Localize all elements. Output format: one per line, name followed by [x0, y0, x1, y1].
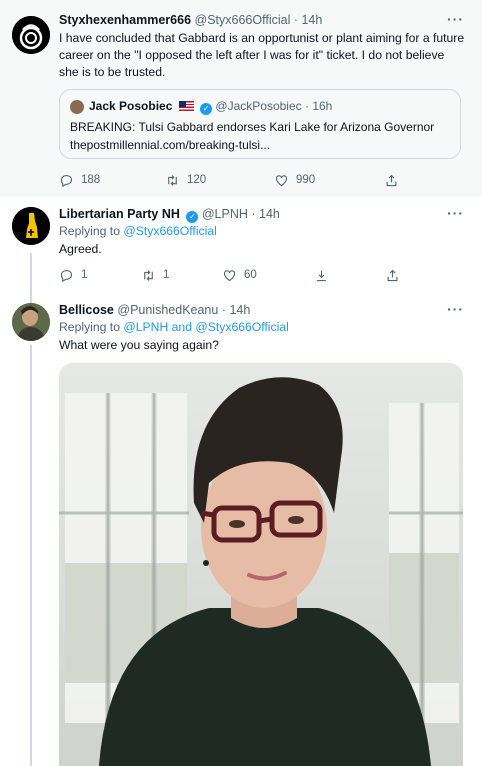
reply-button[interactable]: 188 — [59, 171, 100, 189]
quoted-tweet[interactable]: Jack Posobiec ✓ @JackPosobiec · 16h BREA… — [59, 89, 461, 159]
us-flag-icon — [178, 101, 194, 111]
logo-icon — [12, 16, 50, 54]
tweet-text: What were you saying again? — [59, 338, 219, 352]
avatar[interactable] — [12, 303, 50, 341]
retweet-button[interactable]: 120 — [165, 171, 206, 189]
timestamp[interactable]: · 14h — [294, 13, 323, 27]
retweet-icon — [168, 174, 177, 186]
retweet-count: 120 — [187, 174, 207, 186]
thread-line — [30, 288, 32, 303]
logo-icon — [12, 207, 50, 245]
like-icon — [223, 269, 236, 281]
more-icon[interactable]: ··· — [447, 301, 464, 317]
retweet-button[interactable]: 1 — [141, 266, 169, 284]
tweet-lpnh[interactable]: Libertarian Party NH ✓ @LPNH · 14h Reply… — [0, 197, 482, 293]
download-icon — [317, 270, 326, 281]
reply-count: 1 — [81, 269, 88, 281]
quoted-link[interactable]: thepostmillennial.com/breaking-tulsi... — [70, 136, 452, 154]
reply-count: 188 — [81, 174, 101, 186]
timestamp[interactable]: · 14h — [222, 303, 251, 317]
retweet-icon — [144, 269, 153, 281]
author-handle[interactable]: @PunishedKeanu — [117, 303, 218, 317]
tweet-text: Agreed. — [59, 242, 102, 256]
quoted-author-name: Jack Posobiec — [89, 99, 173, 113]
thread-line — [30, 253, 32, 293]
like-icon — [275, 174, 288, 186]
share-icon — [386, 174, 397, 186]
timestamp[interactable]: · 14h — [251, 207, 280, 221]
like-button[interactable]: 990 — [274, 171, 315, 189]
share-icon — [387, 269, 398, 281]
tweet-styx[interactable]: Styxhexenhammer666 @Styx666Official · 14… — [0, 0, 482, 197]
author-handle[interactable]: @Styx666Official — [195, 13, 291, 27]
verified-icon: ✓ — [200, 103, 213, 115]
author-name[interactable]: Libertarian Party NH — [59, 207, 180, 221]
reply-icon — [60, 174, 73, 187]
share-button[interactable] — [385, 266, 400, 284]
like-button[interactable]: 60 — [222, 266, 257, 284]
tweet-bellicose[interactable]: Bellicose @PunishedKeanu · 14h Replying … — [0, 288, 482, 766]
replying-to-label: Replying to — [59, 224, 120, 238]
like-count: 60 — [244, 269, 257, 281]
author-name[interactable]: Bellicose — [59, 303, 114, 317]
thread-line — [30, 345, 32, 766]
retweet-count: 1 — [163, 269, 170, 281]
tweet-text: I have concluded that Gabbard is an oppo… — [59, 31, 465, 79]
avatar[interactable] — [12, 207, 50, 245]
quoted-text: BREAKING: Tulsi Gabbard endorses Kari La… — [70, 120, 435, 134]
person-avatar-icon — [12, 303, 50, 341]
quoted-avatar — [70, 100, 84, 114]
reply-icon — [60, 269, 73, 282]
tweet-photo[interactable] — [59, 363, 463, 766]
share-button[interactable] — [384, 171, 399, 189]
quoted-timestamp: · 16h — [305, 99, 333, 113]
download-button[interactable] — [314, 266, 329, 284]
avatar[interactable] — [12, 16, 50, 54]
reply-button[interactable]: 1 — [59, 266, 87, 284]
portrait-image — [59, 363, 463, 766]
more-icon[interactable]: ··· — [447, 11, 464, 27]
author-handle[interactable]: @LPNH — [202, 207, 248, 221]
quoted-author-handle: @JackPosobiec — [215, 99, 302, 113]
replying-to-label: Replying to — [59, 320, 120, 334]
replying-to-link[interactable]: @Styx666Official — [123, 224, 216, 238]
more-icon[interactable]: ··· — [447, 205, 464, 221]
verified-icon: ✓ — [186, 211, 199, 223]
like-count: 990 — [296, 174, 316, 186]
replying-to-link[interactable]: @LPNH and @Styx666Official — [123, 320, 288, 334]
author-name[interactable]: Styxhexenhammer666 — [59, 13, 191, 27]
